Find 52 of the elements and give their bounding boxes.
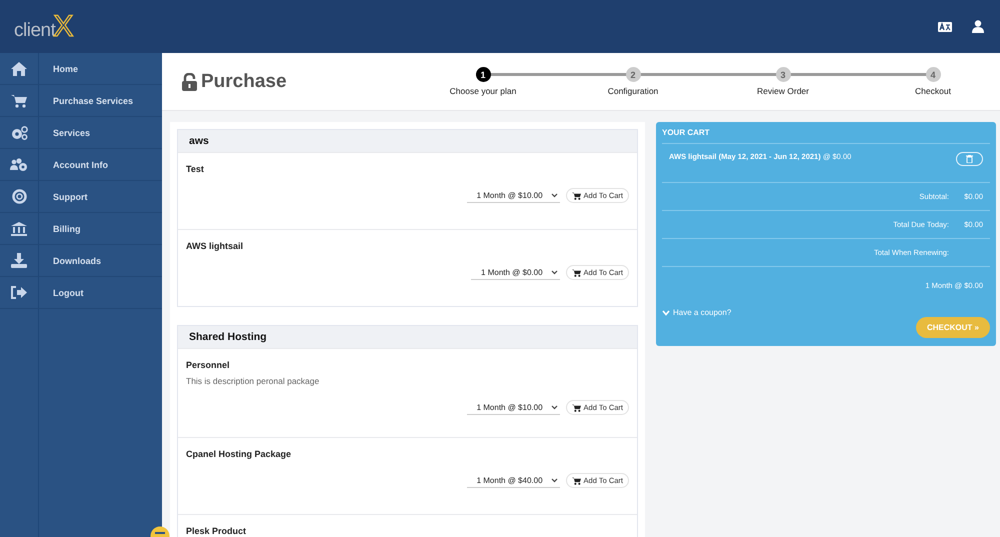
trash-icon: [966, 155, 973, 163]
product-name: Plesk Product: [186, 526, 248, 536]
group-heading: aws: [178, 130, 637, 152]
billing-cycle-select[interactable]: 1 Month @ $0.00: [471, 266, 560, 280]
step-number: 2: [626, 67, 640, 82]
cart-icon: [572, 476, 581, 484]
unlock-icon: [182, 72, 197, 90]
chevron-down-icon: [550, 478, 558, 482]
cart-icon: [572, 192, 581, 200]
product-name: AWS lightsail: [186, 241, 244, 251]
product-description: This is description peronal package: [186, 376, 320, 386]
product-name: Cpanel Hosting Package: [186, 449, 292, 459]
step-label: Configuration: [608, 86, 658, 96]
product-name: Test: [186, 164, 205, 174]
bank-icon: [11, 222, 27, 236]
cart-icon: [572, 404, 581, 412]
step-label: Checkout: [915, 86, 951, 96]
gears-icon: [10, 126, 28, 140]
chevron-down-icon: [550, 270, 558, 274]
logout-icon: [11, 286, 27, 299]
step-number: 3: [776, 67, 790, 82]
billing-cycle-select[interactable]: 1 Month @ $10.00: [466, 400, 560, 414]
cart-title: YOUR CART: [662, 128, 990, 144]
sidebar-item[interactable]: Logout: [0, 277, 162, 309]
chevron-down-icon: [550, 404, 558, 410]
cart-icon: [11, 94, 27, 108]
sidebar-item[interactable]: Downloads: [0, 245, 162, 277]
logo-text: client: [14, 20, 56, 42]
step-label: Review Order: [757, 86, 809, 96]
user-icon[interactable]: [972, 20, 984, 33]
sidebar-item[interactable]: Home: [0, 53, 162, 85]
cart-icon: [572, 268, 581, 276]
download-icon: [11, 253, 27, 268]
product-name: Personnel: [186, 360, 231, 370]
sidebar-item[interactable]: Account Info: [0, 149, 162, 181]
home-icon: [11, 62, 27, 76]
sidebar-item[interactable]: Services: [0, 117, 162, 149]
step-number: 1: [476, 67, 490, 82]
translate-icon[interactable]: [938, 22, 952, 32]
step-label: Choose your plan: [450, 86, 516, 96]
sidebar-item[interactable]: Support: [0, 181, 162, 213]
step-number: 4: [926, 67, 940, 82]
page-title: Purchase: [201, 70, 287, 92]
sidebar-item[interactable]: Billing: [0, 213, 162, 245]
chevron-down-icon: [662, 310, 670, 316]
chevron-down-icon: [550, 192, 558, 198]
billing-cycle-select[interactable]: 1 Month @ $10.00: [466, 188, 560, 202]
sidebar-item[interactable]: Purchase Services: [0, 85, 162, 117]
users-icon: [10, 158, 28, 172]
lifebuoy-icon: [12, 189, 26, 204]
group-heading: Shared Hosting: [178, 326, 637, 348]
billing-cycle-select[interactable]: 1 Month @ $40.00: [466, 474, 560, 488]
